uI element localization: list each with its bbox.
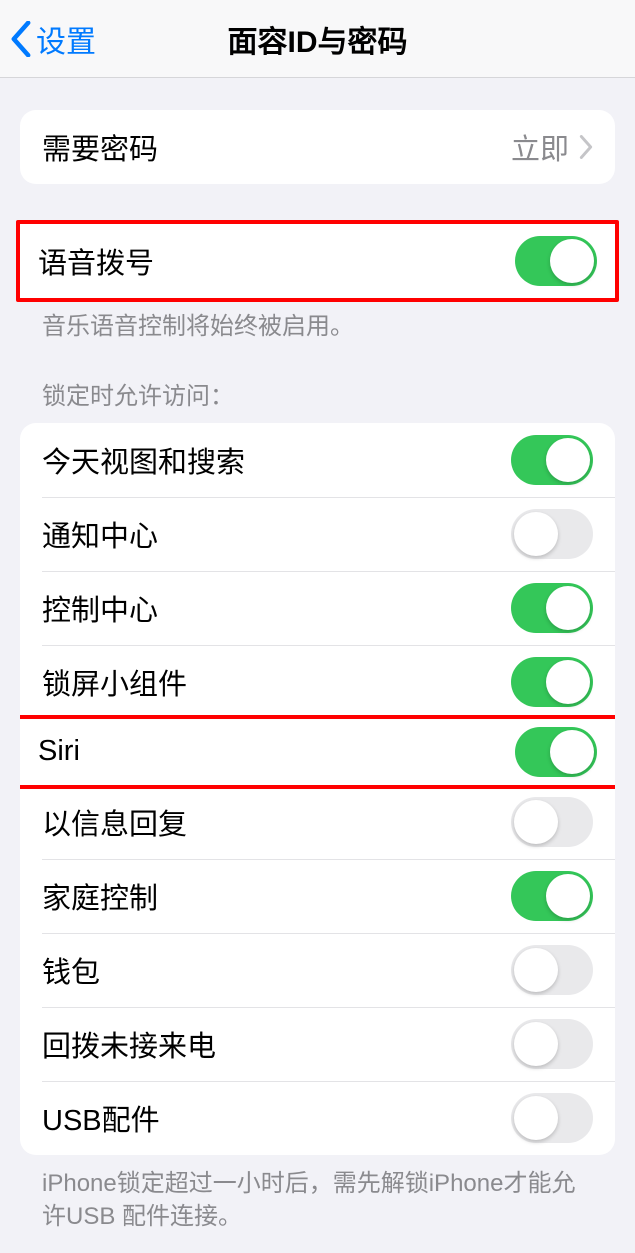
- lock-access-row: 通知中心: [20, 497, 615, 571]
- lock-access-toggle[interactable]: [511, 797, 593, 847]
- lock-access-header: 锁定时允许访问：: [20, 344, 615, 411]
- voice-dial-label: 语音拨号: [38, 240, 154, 282]
- back-button[interactable]: 设置: [0, 17, 96, 61]
- require-passcode-value-wrap: 立即: [511, 126, 593, 168]
- lock-access-row: 回拨未接来电: [20, 1007, 615, 1081]
- lock-access-label: 今天视图和搜索: [42, 439, 245, 481]
- lock-access-label: 回拨未接来电: [42, 1023, 216, 1065]
- lock-access-toggle[interactable]: [511, 583, 593, 633]
- lock-access-label: 以信息回复: [42, 801, 187, 843]
- voice-dial-footer: 音乐语音控制将始终被启用。: [20, 298, 615, 344]
- voice-dial-toggle[interactable]: [515, 236, 597, 286]
- lock-access-group: 今天视图和搜索通知中心控制中心锁屏小组件 Siri 以信息回复家庭控制钱包回拨未接来…: [20, 423, 615, 1155]
- require-passcode-value: 立即: [511, 126, 569, 168]
- require-passcode-row[interactable]: 需要密码 立即: [20, 110, 615, 184]
- lock-access-row: 控制中心: [20, 571, 615, 645]
- voice-dial-row: 语音拨号: [20, 224, 615, 298]
- page-title: 面容ID与密码: [228, 17, 408, 61]
- lock-access-label: 控制中心: [42, 587, 158, 629]
- lock-access-toggle[interactable]: [511, 509, 593, 559]
- lock-access-row: 钱包: [20, 933, 615, 1007]
- lock-access-toggle[interactable]: [511, 871, 593, 921]
- lock-access-row: Siri: [20, 715, 615, 789]
- passcode-group: 需要密码 立即: [20, 110, 615, 184]
- lock-access-toggle[interactable]: [515, 727, 597, 777]
- lock-access-row: 锁屏小组件: [20, 645, 615, 719]
- lock-access-footer: iPhone锁定超过一小时后，需先解锁iPhone才能允许USB 配件连接。: [20, 1155, 615, 1234]
- lock-access-row: USB配件: [20, 1081, 615, 1155]
- require-passcode-label: 需要密码: [42, 126, 158, 168]
- lock-access-label: 家庭控制: [42, 875, 158, 917]
- lock-access-label: USB配件: [42, 1097, 160, 1139]
- lock-access-row: 家庭控制: [20, 859, 615, 933]
- voice-dial-group: 语音拨号: [16, 220, 619, 302]
- lock-access-toggle[interactable]: [511, 1093, 593, 1143]
- lock-access-toggle[interactable]: [511, 657, 593, 707]
- lock-access-label: Siri: [38, 735, 80, 768]
- lock-access-label: 锁屏小组件: [42, 661, 187, 703]
- lock-access-label: 通知中心: [42, 513, 158, 555]
- lock-access-label: 钱包: [42, 949, 100, 991]
- chevron-left-icon: [10, 21, 32, 57]
- chevron-right-icon: [579, 135, 593, 159]
- lock-access-toggle[interactable]: [511, 1019, 593, 1069]
- lock-access-row: 以信息回复: [20, 785, 615, 859]
- back-label: 设置: [36, 17, 96, 61]
- lock-access-row: 今天视图和搜索: [20, 423, 615, 497]
- lock-access-toggle[interactable]: [511, 435, 593, 485]
- navigation-bar: 设置 面容ID与密码: [0, 0, 635, 78]
- lock-access-toggle[interactable]: [511, 945, 593, 995]
